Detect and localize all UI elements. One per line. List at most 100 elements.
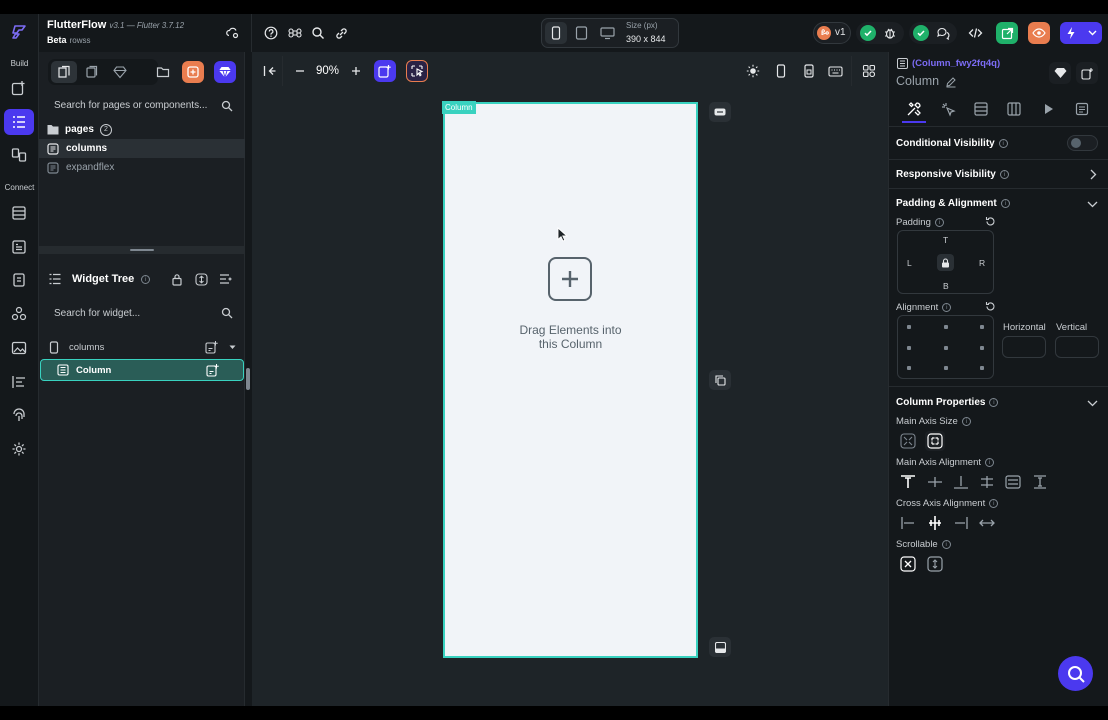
rail-add-widget[interactable] (4, 75, 34, 101)
padding-editor[interactable]: T L R B (897, 230, 994, 294)
info-icon[interactable]: i (961, 416, 971, 426)
page-search-field[interactable]: Search for pages or components... (46, 94, 236, 118)
vertical-align-input[interactable] (1055, 336, 1099, 358)
run-button[interactable] (1060, 22, 1102, 44)
rail-settings[interactable] (4, 436, 34, 462)
reset-alignment-icon[interactable] (983, 299, 997, 313)
add-child-widget-icon[interactable] (204, 339, 220, 355)
zoom-in-button[interactable] (345, 60, 367, 82)
padding-left-label[interactable]: L (907, 258, 912, 268)
align-center-left[interactable] (907, 346, 911, 350)
tab-animations[interactable] (1037, 98, 1061, 120)
safe-area-button[interactable] (798, 60, 820, 82)
align-bottom-left[interactable] (907, 366, 911, 370)
align-center-right[interactable] (980, 346, 984, 350)
share-link-button[interactable] (330, 22, 352, 44)
premium-button[interactable] (214, 61, 236, 83)
rail-api-calls[interactable] (4, 267, 34, 293)
tab-documentation[interactable] (1070, 98, 1094, 120)
main-axis-space-around[interactable] (1003, 472, 1023, 492)
search-icon[interactable] (220, 99, 234, 113)
panel-resize-bar[interactable] (39, 246, 245, 254)
chevron-down-icon[interactable] (1084, 25, 1100, 41)
padding-bottom-label[interactable]: B (943, 281, 949, 291)
bug-icon[interactable] (882, 25, 898, 41)
lock-tree-button[interactable] (166, 268, 188, 290)
align-top-left[interactable] (907, 325, 911, 329)
info-icon[interactable]: i (989, 498, 999, 508)
panel-scrollbar[interactable] (246, 368, 250, 390)
tab-generate-children[interactable] (1002, 98, 1026, 120)
tab-properties[interactable] (902, 98, 926, 120)
collapse-panel-button[interactable] (259, 60, 281, 82)
view-code-button[interactable] (964, 22, 986, 44)
info-icon[interactable]: i (942, 302, 952, 312)
project-settings-button[interactable] (222, 22, 244, 44)
zoom-level[interactable]: 90% (316, 65, 339, 77)
align-bottom-right[interactable] (980, 366, 984, 370)
cross-axis-stretch[interactable] (977, 513, 997, 533)
rail-storyboard[interactable] (4, 142, 34, 168)
search-button[interactable] (307, 22, 329, 44)
checkmark-icon[interactable] (860, 25, 876, 41)
tree-options-button[interactable] (215, 268, 237, 290)
layout-options-button[interactable] (858, 60, 880, 82)
chevron-down-icon[interactable] (1085, 197, 1099, 211)
search-icon[interactable] (220, 306, 234, 320)
shortcuts-button[interactable] (284, 22, 306, 44)
info-icon[interactable]: i (1000, 198, 1010, 208)
open-external-button[interactable] (996, 22, 1018, 44)
main-axis-space-evenly[interactable] (1030, 472, 1050, 492)
tab-components[interactable] (79, 61, 105, 83)
rail-theme[interactable] (4, 369, 34, 395)
padding-right-label[interactable]: R (979, 258, 985, 268)
align-top-center[interactable] (944, 325, 948, 329)
select-mode-toggle[interactable] (406, 60, 428, 82)
padding-top-label[interactable]: T (943, 235, 948, 245)
scrollable-off[interactable] (898, 554, 918, 574)
column-properties-header[interactable]: Column Properties i (896, 396, 999, 408)
zoom-out-button[interactable] (289, 60, 311, 82)
help-button[interactable] (260, 22, 282, 44)
rail-firestore[interactable] (4, 200, 34, 226)
main-axis-start[interactable] (898, 472, 918, 492)
padding-alignment-header[interactable]: Padding & Alignment i (896, 197, 1010, 209)
main-axis-size-min[interactable] (898, 431, 918, 451)
info-icon[interactable]: i (989, 397, 999, 407)
add-child-widget-icon[interactable] (205, 362, 221, 378)
device-tablet-button[interactable] (570, 22, 592, 44)
pages-folder-row[interactable]: pages 2 (39, 120, 245, 139)
main-axis-end[interactable] (951, 472, 971, 492)
responsive-visibility-row[interactable]: Responsive Visibility i (896, 168, 1009, 180)
main-axis-center[interactable] (925, 472, 945, 492)
rail-integrations[interactable] (4, 403, 34, 429)
flutterflow-logo-icon[interactable] (8, 22, 30, 44)
scrollable-on[interactable] (925, 554, 945, 574)
cross-axis-end[interactable] (951, 513, 971, 533)
rail-app-state[interactable] (4, 234, 34, 260)
chevron-right-icon[interactable] (1086, 167, 1100, 181)
project-name[interactable]: rowss (70, 36, 91, 45)
library-widget-button[interactable] (1049, 62, 1071, 84)
phone-canvas[interactable]: Drag Elements into this Column (443, 102, 698, 658)
tab-actions[interactable] (936, 98, 960, 120)
global-search-button[interactable] (1058, 656, 1093, 691)
tab-pages[interactable] (51, 61, 77, 83)
main-axis-size-max[interactable] (925, 431, 945, 451)
convert-component-button[interactable] (1076, 62, 1098, 84)
bottom-nav-toggle[interactable] (709, 637, 731, 657)
tab-backend-query[interactable] (969, 98, 993, 120)
resize-handle[interactable] (130, 249, 154, 251)
add-element-icon[interactable] (548, 257, 592, 301)
align-center[interactable] (944, 346, 948, 350)
info-icon[interactable]: i (934, 217, 944, 227)
widget-search-input[interactable]: Search for widget... (54, 308, 140, 319)
main-axis-space-between[interactable] (977, 472, 997, 492)
keyboard-button[interactable] (824, 60, 846, 82)
conditional-visibility-toggle[interactable] (1067, 135, 1098, 151)
rail-custom-code[interactable] (4, 301, 34, 327)
preview-button[interactable] (1028, 22, 1050, 44)
branch-selector[interactable]: v1 (813, 22, 851, 44)
add-page-button[interactable] (182, 61, 204, 83)
new-folder-button[interactable] (152, 61, 174, 83)
